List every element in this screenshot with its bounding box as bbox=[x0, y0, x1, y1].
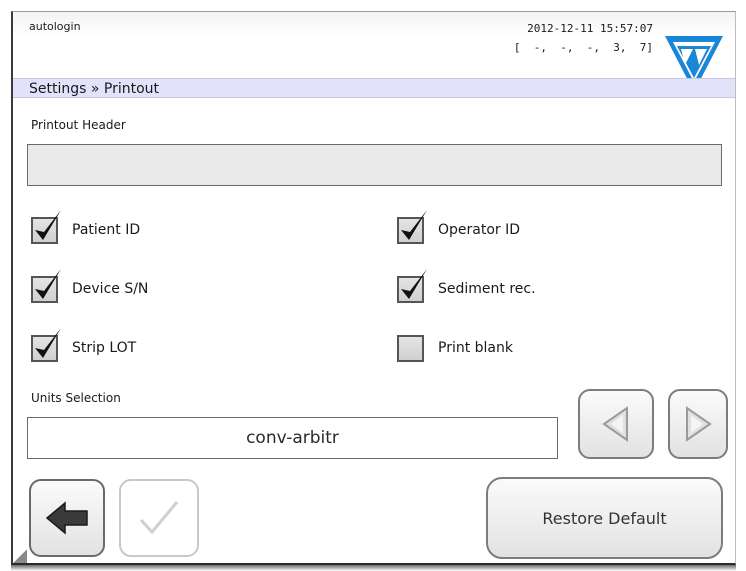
checkbox-label: Device S/N bbox=[72, 281, 149, 297]
checkbox-sediment-rec[interactable]: Sediment rec. bbox=[397, 268, 536, 308]
units-next-button[interactable] bbox=[668, 389, 728, 459]
breadcrumb: Settings » Printout bbox=[13, 78, 735, 98]
checkbox-patient-id[interactable]: Patient ID bbox=[31, 209, 141, 249]
username-label: autologin bbox=[29, 20, 81, 33]
checkbox-label: Operator ID bbox=[438, 222, 521, 238]
datetime-text: 2012-12-11 15:57:07 bbox=[527, 22, 653, 35]
checkbox-unchecked-icon bbox=[397, 334, 424, 362]
triangle-left-icon bbox=[602, 406, 628, 442]
checkbox-checked-icon bbox=[397, 209, 427, 244]
printout-header-label: Printout Header bbox=[31, 118, 126, 132]
units-prev-button[interactable] bbox=[578, 389, 654, 459]
arrow-left-icon bbox=[45, 501, 88, 535]
triangle-right-icon bbox=[686, 406, 712, 442]
header-bar: autologin 2012-12-11 15:57:07 [ -, -, -,… bbox=[13, 12, 735, 92]
back-button[interactable] bbox=[29, 479, 105, 557]
resize-corner bbox=[13, 549, 27, 563]
window-shadow bbox=[11, 565, 736, 571]
units-selection-value[interactable]: conv-arbitr bbox=[27, 417, 558, 459]
restore-default-button[interactable]: Restore Default bbox=[486, 477, 723, 559]
checkbox-operator-id[interactable]: Operator ID bbox=[397, 209, 521, 249]
units-selection-label: Units Selection bbox=[31, 391, 121, 405]
checkbox-strip-lot[interactable]: Strip LOT bbox=[31, 327, 137, 367]
checkbox-label: Print blank bbox=[438, 340, 513, 356]
checkmark-icon bbox=[139, 501, 179, 535]
checkbox-checked-icon bbox=[31, 268, 61, 303]
checkbox-label: Patient ID bbox=[72, 222, 141, 238]
checkbox-label: Sediment rec. bbox=[438, 281, 536, 297]
printout-header-input[interactable] bbox=[27, 144, 722, 186]
status-line-text: [ -, -, -, 3, 7] bbox=[513, 41, 653, 54]
checkbox-checked-icon bbox=[397, 268, 427, 303]
app-window: autologin 2012-12-11 15:57:07 [ -, -, -,… bbox=[11, 11, 736, 565]
status-readout: 2012-12-11 15:57:07 [ -, -, -, 3, 7] bbox=[514, 19, 653, 57]
checkbox-checked-icon bbox=[31, 327, 61, 362]
checkbox-label: Strip LOT bbox=[72, 340, 137, 356]
checkbox-checked-icon bbox=[31, 209, 61, 244]
checkbox-device-sn[interactable]: Device S/N bbox=[31, 268, 149, 308]
checkbox-print-blank[interactable]: Print blank bbox=[397, 329, 513, 367]
confirm-button[interactable] bbox=[119, 479, 199, 557]
